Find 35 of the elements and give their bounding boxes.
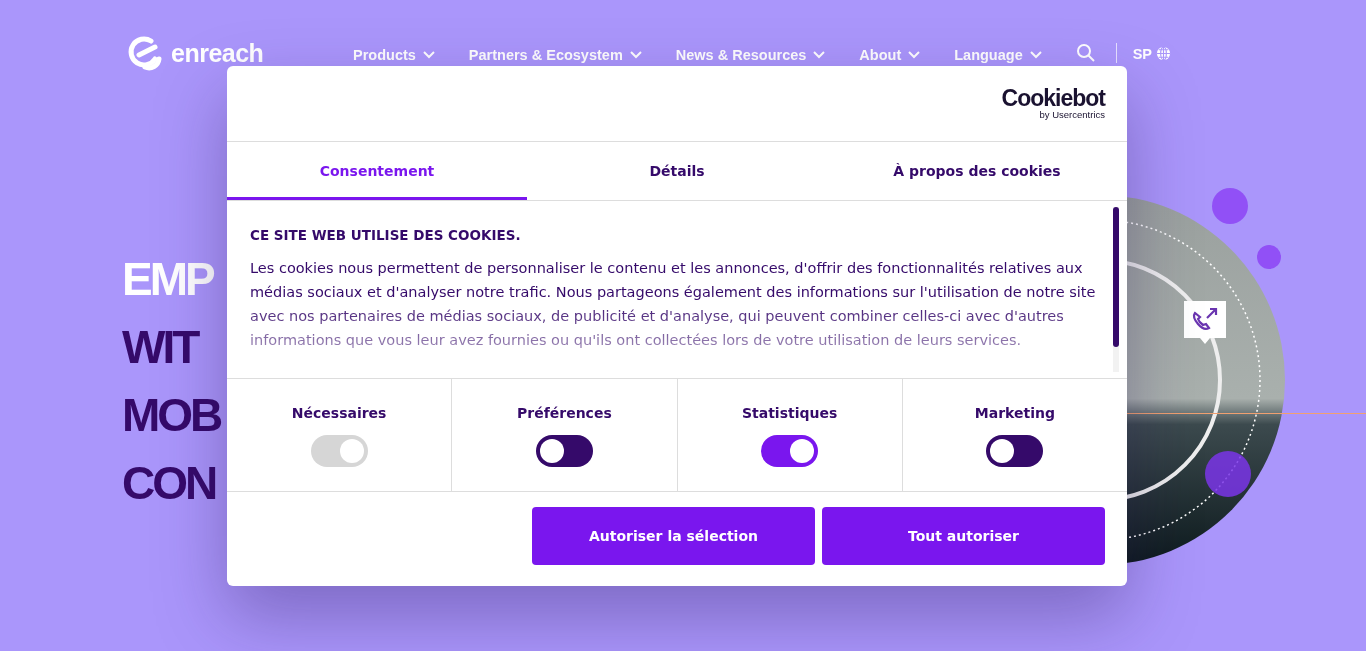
chevron-down-icon[interactable] [813, 51, 826, 59]
hero-heading: CON [122, 456, 217, 510]
toggle-switch[interactable] [761, 435, 819, 467]
nav-link[interactable]: News & Resources [675, 43, 826, 63]
globe-icon[interactable] [1156, 45, 1172, 61]
chevron-down-icon[interactable] [1029, 51, 1042, 59]
search-icon[interactable] [1075, 43, 1096, 63]
tab[interactable]: À propos des cookies [827, 142, 1127, 200]
brand-tagline: by Usercentrics [1039, 109, 1105, 120]
nav-link[interactable]: Partners & Ecosystem [468, 43, 642, 63]
chevron-down-icon[interactable] [908, 51, 921, 59]
nav-link[interactable]: Products [353, 43, 435, 63]
scrollbar[interactable] [1113, 207, 1119, 347]
hero-heading: WIT [122, 320, 199, 374]
action-button[interactable]: Autoriser la sélection [532, 507, 815, 565]
toggle-label: Préférences [517, 405, 612, 421]
region-selector[interactable]: SP [1132, 44, 1153, 62]
section-heading: CE SITE WEB UTILISE DES COOKIES. [250, 227, 522, 243]
action-button[interactable]: Tout autoriser [822, 507, 1105, 565]
tab[interactable]: Détails [527, 142, 827, 200]
logo-wordmark[interactable]: enreach [171, 38, 264, 68]
nav-link[interactable]: About [859, 43, 921, 63]
toggle-label: Nécessaires [291, 405, 387, 421]
tab[interactable]: Consentement [227, 142, 527, 200]
nav-link[interactable]: Language [954, 43, 1042, 63]
chevron-down-icon[interactable] [422, 51, 435, 59]
hero-heading: EMP [122, 252, 215, 306]
brand-logo: Cookiebot [1001, 87, 1105, 109]
description-text: Les cookies nous permettent de personnaliser le contenu et les annonces, d'offrir des fonctionnalités relatives aux médias sociaux et d'analyser notre trafic. Nous partageons également des informations sur l'utilisation de notre site avec nos partenaires de médias sociaux, de publicité et d'analyse, qui peuvent combiner celles-ci avec d'autres informations que vous leur avez fournies ou qu'ils ont collectées lors de votre utilisation de leurs services. [250, 259, 1097, 350]
toggle-label: Marketing [974, 405, 1055, 421]
toggle-switch[interactable] [986, 435, 1044, 467]
toggle-label: Statistiques [741, 405, 838, 421]
chevron-down-icon[interactable] [629, 51, 642, 59]
toggle-switch[interactable] [535, 435, 593, 467]
hero-heading: MOB [122, 388, 222, 442]
